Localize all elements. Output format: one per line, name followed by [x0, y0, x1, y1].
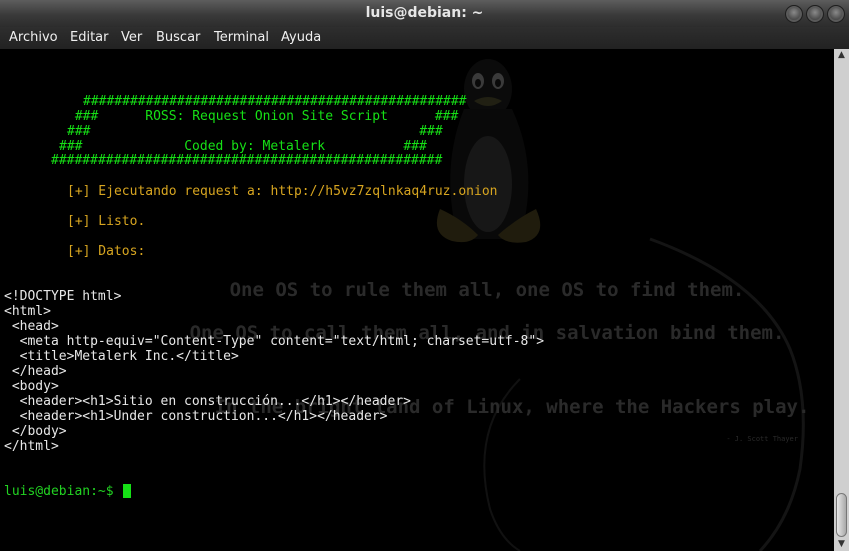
output-line: <title>Metalerk Inc.</title>: [4, 349, 239, 364]
output-line: <header><h1>Under construction...</h1></…: [4, 409, 388, 424]
status-done: [+] Listo.: [67, 214, 146, 229]
menu-ayuda[interactable]: Ayuda: [281, 30, 321, 45]
status-data: [+] Datos:: [67, 244, 146, 259]
output-line: </html>: [4, 439, 59, 454]
menu-archivo[interactable]: Archivo: [9, 30, 58, 45]
banner-line-5: ########################################…: [51, 153, 443, 168]
menu-ver[interactable]: Ver: [121, 30, 142, 45]
output-line: </body>: [4, 424, 67, 439]
title-bar[interactable]: luis@debian: ~: [0, 0, 849, 27]
maximize-button[interactable]: [806, 5, 824, 23]
banner-line-1: ########################################…: [83, 94, 467, 109]
output-line: <meta http-equiv="Content-Type" content=…: [4, 334, 545, 349]
scrollbar-thumb[interactable]: [836, 493, 847, 537]
output-line: <html>: [4, 304, 51, 319]
terminal-window: luis@debian: ~ Archivo Editar Ver Buscar…: [0, 0, 849, 551]
status-request: [+] Ejecutando request a: http://h5vz7zq…: [67, 184, 498, 199]
scroll-up-arrow-icon[interactable]: ▲: [834, 49, 849, 62]
output-line: </head>: [4, 364, 67, 379]
text-cursor[interactable]: [123, 484, 131, 498]
window-title: luis@debian: ~: [365, 5, 484, 21]
minimize-button[interactable]: [785, 5, 803, 23]
menu-terminal[interactable]: Terminal: [214, 30, 269, 45]
wallpaper-line-1: One OS to rule them all, one OS to find …: [230, 279, 745, 301]
menu-buscar[interactable]: Buscar: [156, 30, 200, 45]
output-line: <body>: [4, 379, 59, 394]
scroll-down-arrow-icon[interactable]: ▼: [834, 538, 849, 551]
output-line: <head>: [4, 319, 59, 334]
banner-line-4: ### Coded by: Metalerk ###: [59, 139, 427, 154]
wallpaper-attribution: - J. Scott Thayer: [726, 435, 798, 443]
menu-bar: Archivo Editar Ver Buscar Terminal Ayuda: [0, 27, 849, 50]
banner-line-2: ### ROSS: Request Onion Site Script ###: [67, 109, 459, 124]
output-line: <header><h1>Sitio en construcción...</h1…: [4, 394, 411, 409]
terminal-area[interactable]: One OS to rule them all, one OS to find …: [0, 49, 834, 551]
banner-line-3: ### ###: [67, 124, 443, 139]
tux-penguin-icon: [436, 59, 541, 243]
output-line: <!DOCTYPE html>: [4, 289, 122, 304]
close-button[interactable]: [827, 5, 845, 23]
shell-prompt: luis@debian:~$: [4, 484, 122, 499]
vertical-scrollbar[interactable]: ▲ ▼: [834, 49, 849, 551]
menu-editar[interactable]: Editar: [70, 30, 109, 45]
